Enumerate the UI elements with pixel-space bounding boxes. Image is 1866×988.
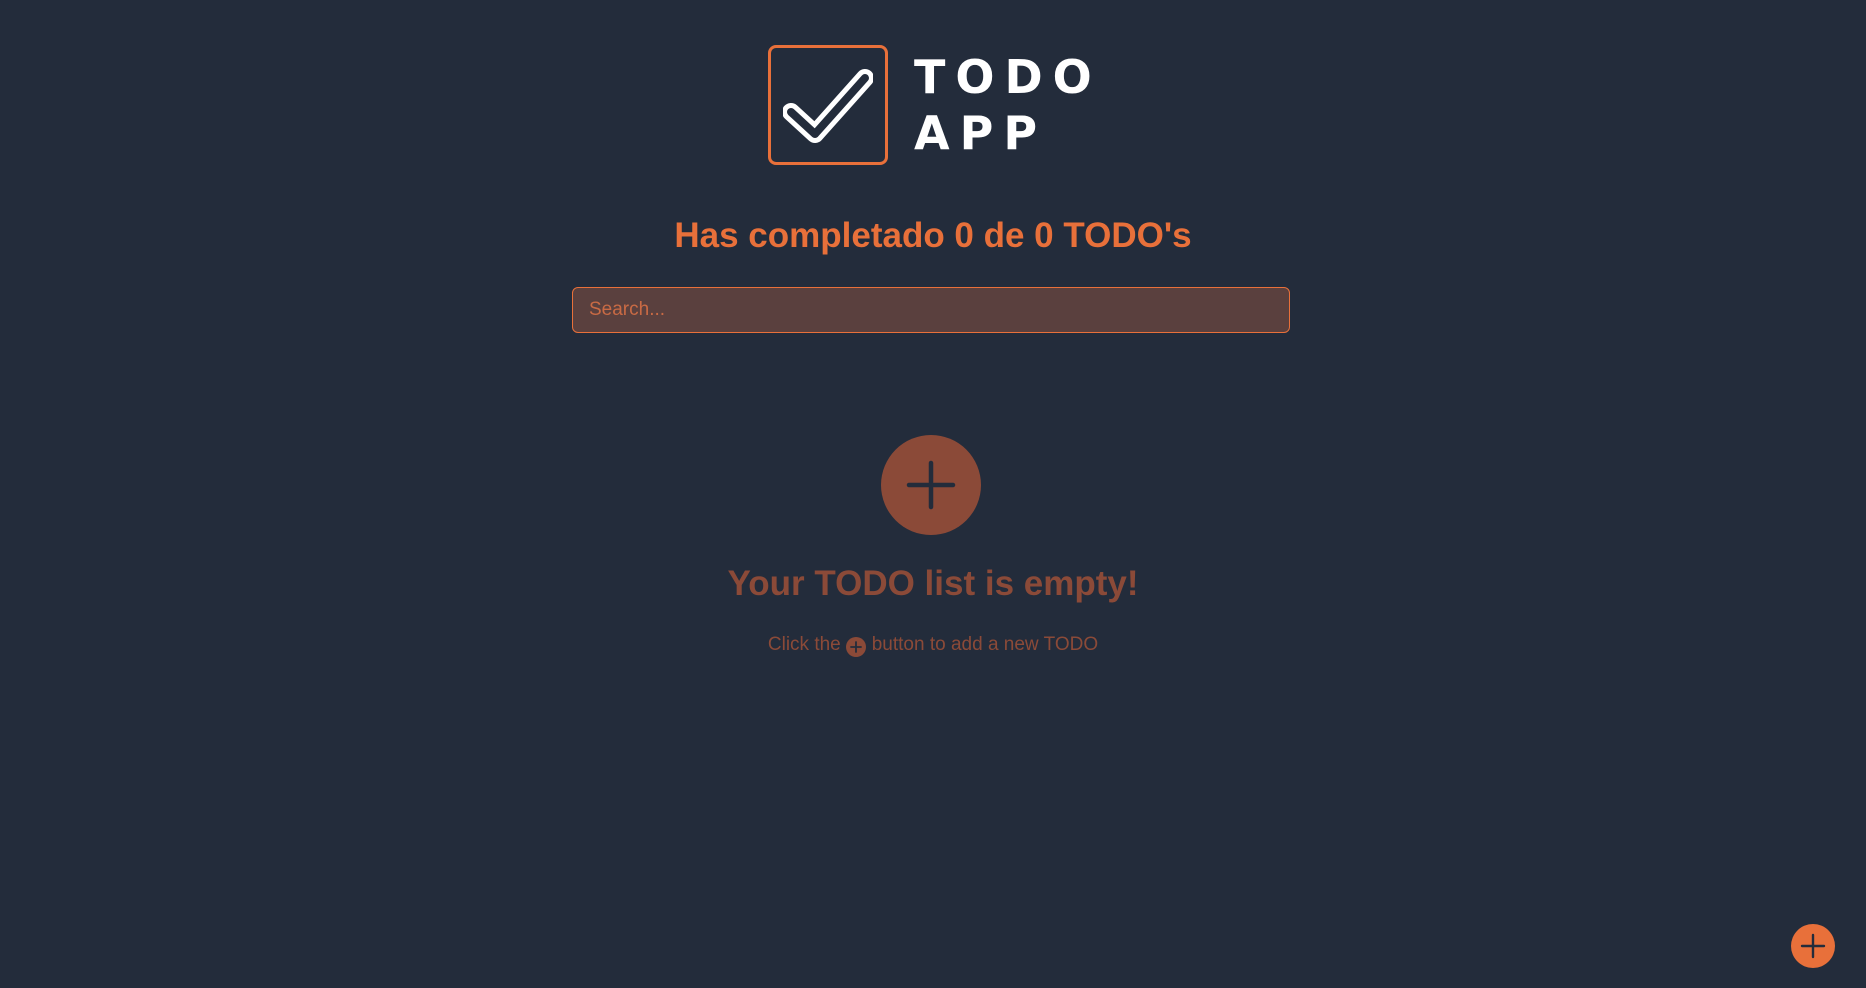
todo-app-page: TODO APP Has completado 0 de 0 TODO's Yo… (0, 0, 1866, 988)
plus-icon (906, 460, 956, 510)
search-input[interactable] (572, 287, 1290, 333)
logo-line-2: APP (914, 106, 1048, 160)
plus-icon (1800, 933, 1826, 959)
app-logo: TODO APP (768, 45, 1102, 165)
plus-icon (845, 637, 866, 657)
completion-counter: Has completado 0 de 0 TODO's (674, 216, 1192, 255)
empty-state-add-button[interactable] (881, 435, 981, 535)
hint-text-before: Click the (767, 634, 841, 655)
empty-state-title: Your TODO list is empty! (727, 564, 1139, 603)
logo-wordmark: TODO APP (914, 49, 1102, 161)
logo-line-1: TODO (914, 50, 1102, 104)
add-todo-button[interactable] (1791, 924, 1835, 968)
check-icon (768, 45, 888, 165)
hint-text-after: button to add a new TODO (871, 634, 1099, 655)
empty-state-hint: Click the button to add a new TODO (0, 632, 1866, 658)
